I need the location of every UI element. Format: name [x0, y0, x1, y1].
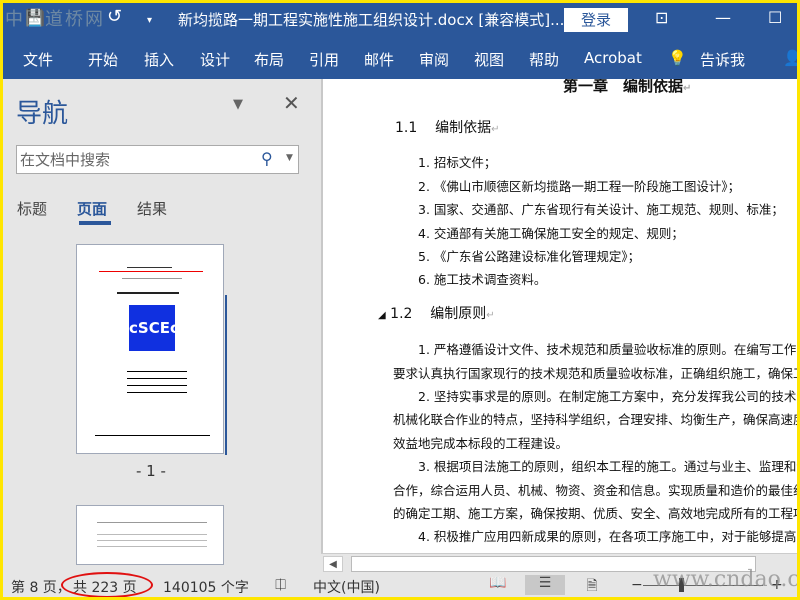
title-bar: 💾 中国道桥网 ↺ ▾ 新均揽路一期工程实施性施工组织设计.docx [兼容模式… — [3, 3, 797, 38]
document-page[interactable]: 第一章 编制依据↵ 1.1 编制依据↵ 1. 招标文件； 2. 《佛山市顺德区新… — [321, 79, 797, 553]
ribbon-display-icon[interactable]: ⊡ — [655, 8, 668, 27]
nav-options-icon[interactable]: ▼ — [233, 97, 243, 112]
maximize-icon[interactable]: ☐ — [768, 8, 782, 27]
tab-review[interactable]: 审阅 — [419, 49, 449, 70]
navigation-pane: 导航 ▼ ✕ ⚲ ▼ 标题 页面 结果 cSCEc - 1 - — [3, 79, 321, 573]
tab-results[interactable]: 结果 — [137, 198, 167, 219]
tab-layout[interactable]: 布局 — [254, 49, 284, 70]
lightbulb-icon: 💡 — [668, 49, 687, 67]
customize-icon[interactable]: ▾ — [147, 15, 152, 26]
paragraph-line: 机械化联合作业的特点，坚持科学组织，合理安排、均衡生产，确保高速度、 — [393, 412, 797, 427]
nav-title: 导航 — [16, 99, 69, 129]
print-layout-icon[interactable]: ☰ — [525, 575, 565, 595]
list-item: 4. 交通部有关施工确保施工安全的规定、规则； — [418, 226, 684, 241]
list-item: 6. 施工技术调查资料。 — [418, 272, 547, 287]
paragraph-line: 3. 根据项目法施工的原则，组织本工程的施工。通过与业主、监理和设计 — [418, 459, 797, 474]
paragraph-line: 4. 积极推广应用四新成果的原则，在各项工序施工中，对于能够提高工程 — [418, 529, 797, 544]
list-item: 2. 《佛山市顺德区新均揽路一期工程一阶段施工图设计》； — [418, 179, 741, 194]
highlight-ellipse — [61, 572, 153, 597]
page-thumbnail-2[interactable] — [76, 505, 224, 565]
heading-1-2: ◢ 1.2 编制原则↵ — [378, 306, 495, 322]
tab-insert[interactable]: 插入 — [144, 49, 174, 70]
heading-1-1: 1.1 编制依据↵ — [395, 120, 500, 136]
scroll-indicator — [225, 295, 227, 455]
search-icon[interactable]: ⚲ — [261, 149, 273, 168]
tab-home[interactable]: 开始 — [88, 49, 118, 70]
account-icon[interactable]: 👤 — [783, 49, 797, 67]
read-mode-icon[interactable]: 📖 — [478, 575, 518, 595]
tab-design[interactable]: 设计 — [200, 49, 230, 70]
tab-headings[interactable]: 标题 — [17, 198, 47, 219]
ribbon-tabs: 文件 开始 插入 设计 布局 引用 邮件 审阅 视图 帮助 Acrobat 💡 … — [3, 38, 797, 79]
active-tab-indicator — [79, 221, 111, 225]
search-box: ⚲ ▼ — [16, 145, 299, 174]
web-layout-icon[interactable]: 🗎 — [572, 575, 612, 595]
scroll-left-icon[interactable]: ◀ — [323, 556, 343, 572]
tab-view[interactable]: 视图 — [474, 49, 504, 70]
list-item: 3. 国家、交通部、广东省现行有关设计、施工规范、规则、标准； — [418, 202, 784, 217]
close-icon[interactable]: ✕ — [283, 91, 300, 115]
paragraph-line: 2. 坚持实事求是的原则。在制定施工方案中，充分发挥我公司的技术优势 — [418, 389, 797, 404]
search-input[interactable] — [17, 146, 247, 173]
watermark-logo: 中国道桥网 — [5, 9, 105, 30]
paragraph-line: 的确定工期、施工方案，确保按期、优质、安全、高效地完成所有的工程项目 — [393, 506, 797, 521]
minimize-icon[interactable]: — — [715, 8, 731, 27]
proofing-icon[interactable]: ⎅ — [275, 577, 286, 593]
list-item: 1. 招标文件； — [418, 155, 497, 170]
tab-references[interactable]: 引用 — [309, 49, 339, 70]
tab-help[interactable]: 帮助 — [529, 49, 559, 70]
watermark-url: www.cndao.com — [653, 567, 797, 592]
page-number-label: - 1 - — [136, 462, 166, 480]
paragraph-line: 1. 严格遵循设计文件、技术规范和质量验收标准的原则。在编写工作中， — [418, 342, 797, 357]
page-thumbnail-1[interactable]: cSCEc — [76, 244, 224, 454]
word-count[interactable]: 140105 个字 — [163, 577, 249, 597]
chapter-heading: 第一章 编制依据↵ — [563, 79, 692, 95]
tell-me-button[interactable]: 告诉我 — [700, 49, 745, 70]
login-button[interactable]: 登录 — [564, 8, 628, 32]
zoom-out-button[interactable]: − — [631, 577, 643, 593]
undo-icon[interactable]: ↺ — [107, 6, 122, 27]
paragraph-line: 合作，综合运用人员、机械、物资、资金和信息。实现质量和造价的最佳组合 — [393, 483, 797, 498]
chevron-down-icon[interactable]: ▼ — [286, 153, 293, 163]
document-title: 新均揽路一期工程实施性施工组织设计.docx [兼容模式]... — [178, 11, 565, 29]
status-bar: 第 8 页， 共 223 页 140105 个字 ⎅ 中文(中国) 📖 ☰ 🗎 … — [3, 567, 797, 597]
language-indicator[interactable]: 中文(中国) — [313, 577, 380, 597]
tab-acrobat[interactable]: Acrobat — [584, 49, 642, 67]
tab-file[interactable]: 文件 — [23, 49, 53, 70]
company-logo: cSCEc — [129, 305, 179, 351]
list-item: 5. 《广东省公路建设标准化管理规定》； — [418, 249, 641, 264]
word-window: 💾 中国道桥网 ↺ ▾ 新均揽路一期工程实施性施工组织设计.docx [兼容模式… — [3, 3, 797, 597]
tab-mailings[interactable]: 邮件 — [364, 49, 394, 70]
tab-pages[interactable]: 页面 — [77, 198, 107, 219]
paragraph-line: 要求认真执行国家现行的技术规范和质量验收标准，正确组织施工，确保工程 — [393, 366, 797, 381]
paragraph-line: 效益地完成本标段的工程建设。 — [393, 436, 569, 451]
